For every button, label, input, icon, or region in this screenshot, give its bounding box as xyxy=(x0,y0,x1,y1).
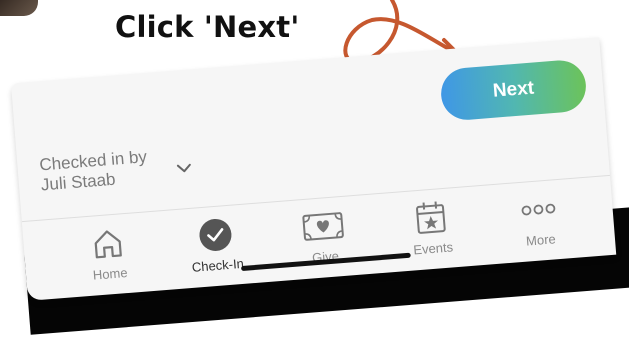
tab-label: More xyxy=(525,231,557,249)
checked-in-by-selector[interactable]: Checked in by Juli Staab xyxy=(39,147,150,195)
tab-home[interactable]: Home xyxy=(61,221,156,298)
more-icon xyxy=(515,189,562,230)
tab-give[interactable]: Give xyxy=(277,204,372,281)
tab-events[interactable]: Events xyxy=(384,196,479,273)
give-icon xyxy=(300,206,347,247)
phone-screenshot: Next Checked in by Juli Staab Home Check… xyxy=(0,37,629,335)
tab-label: Home xyxy=(92,264,129,283)
tab-label: Events xyxy=(412,239,454,258)
tab-label: Check-In xyxy=(191,255,245,275)
app-screen: Next Checked in by Juli Staab Home Check… xyxy=(10,37,617,301)
next-button[interactable]: Next xyxy=(439,58,588,122)
tab-check-in[interactable]: Check-In xyxy=(169,212,264,289)
check-in-icon xyxy=(192,214,239,255)
home-icon xyxy=(84,223,131,264)
tab-more[interactable]: More xyxy=(492,187,587,264)
chevron-down-icon[interactable] xyxy=(176,160,193,177)
events-icon xyxy=(407,197,454,238)
